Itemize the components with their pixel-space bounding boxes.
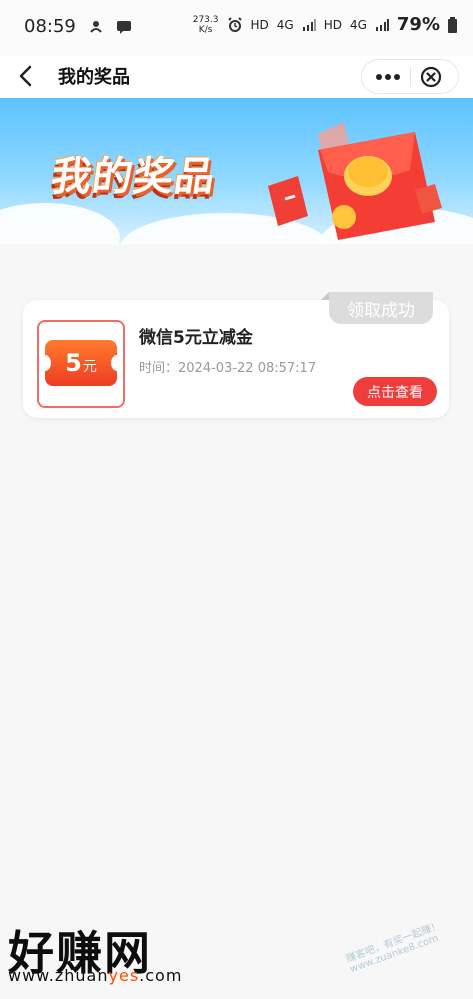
- coupon-thumbnail: 5 元: [37, 320, 125, 408]
- battery-percent: 79%: [396, 14, 440, 35]
- prize-time-value: 2024-03-22 08:57:17: [178, 361, 317, 376]
- red-envelope-illustration: [268, 122, 442, 240]
- banner-title: 我的奖品: [48, 154, 219, 200]
- prize-card[interactable]: 领取成功 5 元 微信5元立减金 时间：2024-03-22 08:57:17 …: [23, 292, 449, 418]
- prize-time: 时间：2024-03-22 08:57:17: [139, 357, 316, 376]
- network-label-1: 4G: [276, 17, 294, 32]
- banner-cloud-left: [0, 203, 120, 244]
- status-time: 08:59: [24, 16, 76, 37]
- hd-label-1: HD: [250, 17, 269, 32]
- message-icon: [116, 20, 131, 34]
- alarm-icon: [227, 16, 242, 32]
- battery-icon: [448, 16, 457, 33]
- page-title: 我的奖品: [58, 67, 130, 88]
- network-label-2: 4G: [349, 17, 367, 32]
- nav-bar: 我的奖品: [0, 56, 473, 98]
- watermark-url: www.zhuanyes.com: [8, 966, 182, 985]
- status-left: 08:59: [24, 16, 132, 37]
- mini-program-capsule: [361, 59, 459, 94]
- app-notification-icon: [90, 20, 102, 33]
- prize-title: 微信5元立减金: [139, 328, 253, 348]
- prize-time-label: 时间：: [139, 361, 179, 376]
- prize-banner: 我的奖品: [0, 98, 473, 244]
- faint-watermark: 赚客吧，有奖一起赚！ www.zuanke8.com: [344, 920, 443, 976]
- claim-status-badge: 领取成功: [321, 292, 433, 324]
- status-right: 273.3 K/s HD 4G HD 4G 79%: [193, 14, 457, 35]
- signal-icon-2: [375, 18, 389, 31]
- watermark-url-prefix: www.zhuan: [8, 966, 109, 985]
- status-bar: 08:59 273.3 K/s HD 4G HD 4G 79%: [0, 0, 473, 56]
- signal-icon-1: [302, 18, 316, 31]
- more-icon[interactable]: [376, 74, 400, 80]
- network-speed: 273.3 K/s: [192, 14, 219, 35]
- hd-label-2: HD: [323, 17, 342, 32]
- watermark-url-highlight: yes: [108, 966, 140, 985]
- coupon-ticket: 5 元: [39, 340, 123, 386]
- back-icon[interactable]: [14, 62, 38, 90]
- coupon-unit: 元: [82, 359, 97, 375]
- close-icon[interactable]: [420, 66, 442, 88]
- view-prize-button[interactable]: 点击查看: [353, 377, 437, 406]
- watermark-url-suffix: .com: [139, 966, 183, 985]
- coupon-value: 5: [65, 349, 82, 377]
- capsule-divider: [410, 67, 411, 87]
